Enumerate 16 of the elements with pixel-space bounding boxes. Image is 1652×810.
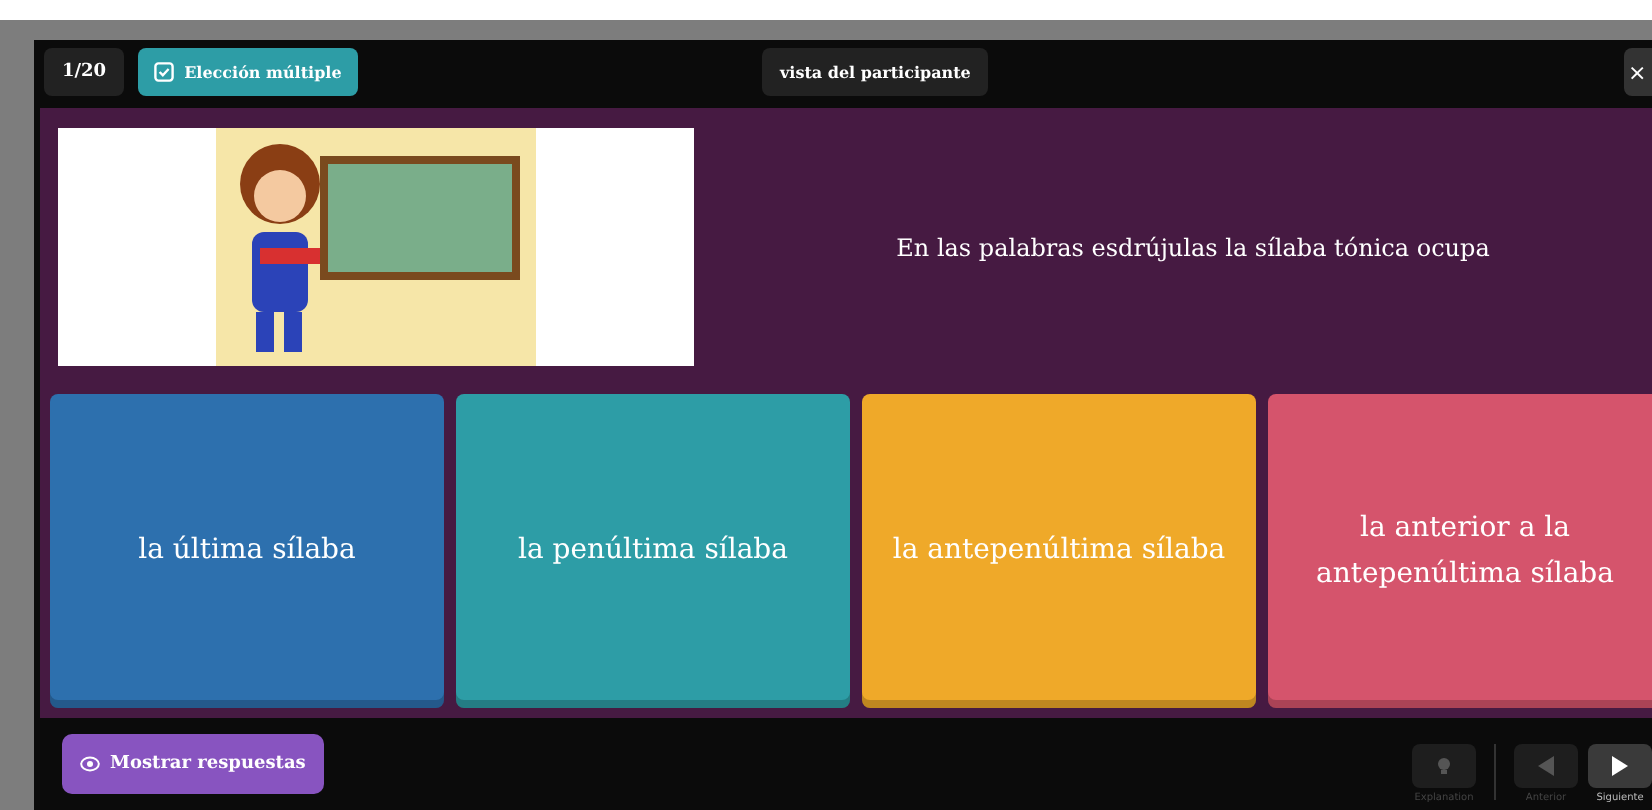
question-counter: 1/20 [44, 48, 125, 96]
answer-option[interactable]: la última sílaba [50, 394, 444, 708]
eye-icon [80, 756, 100, 772]
answer-option[interactable]: la antepenúltima sílaba [862, 394, 1256, 708]
checkbox-icon [154, 62, 175, 82]
question-type-button[interactable]: Elección múltiple [138, 48, 358, 96]
lightbulb-icon [1434, 756, 1454, 776]
view-label: vista del participante [762, 48, 989, 96]
answer-option[interactable]: la anterior a la antepenúltima sílaba [1268, 394, 1652, 708]
next-button[interactable] [1588, 744, 1652, 788]
close-button[interactable]: × [1624, 48, 1652, 96]
left-triangle-icon [1538, 756, 1554, 776]
answer-option[interactable]: la penúltima sílaba [456, 394, 850, 708]
show-answers-button[interactable]: Mostrar respuestas [62, 734, 324, 794]
right-triangle-icon [1612, 756, 1628, 776]
question-text: En las palabras esdrújulas la sílaba tónica ocupa [894, 231, 1492, 266]
